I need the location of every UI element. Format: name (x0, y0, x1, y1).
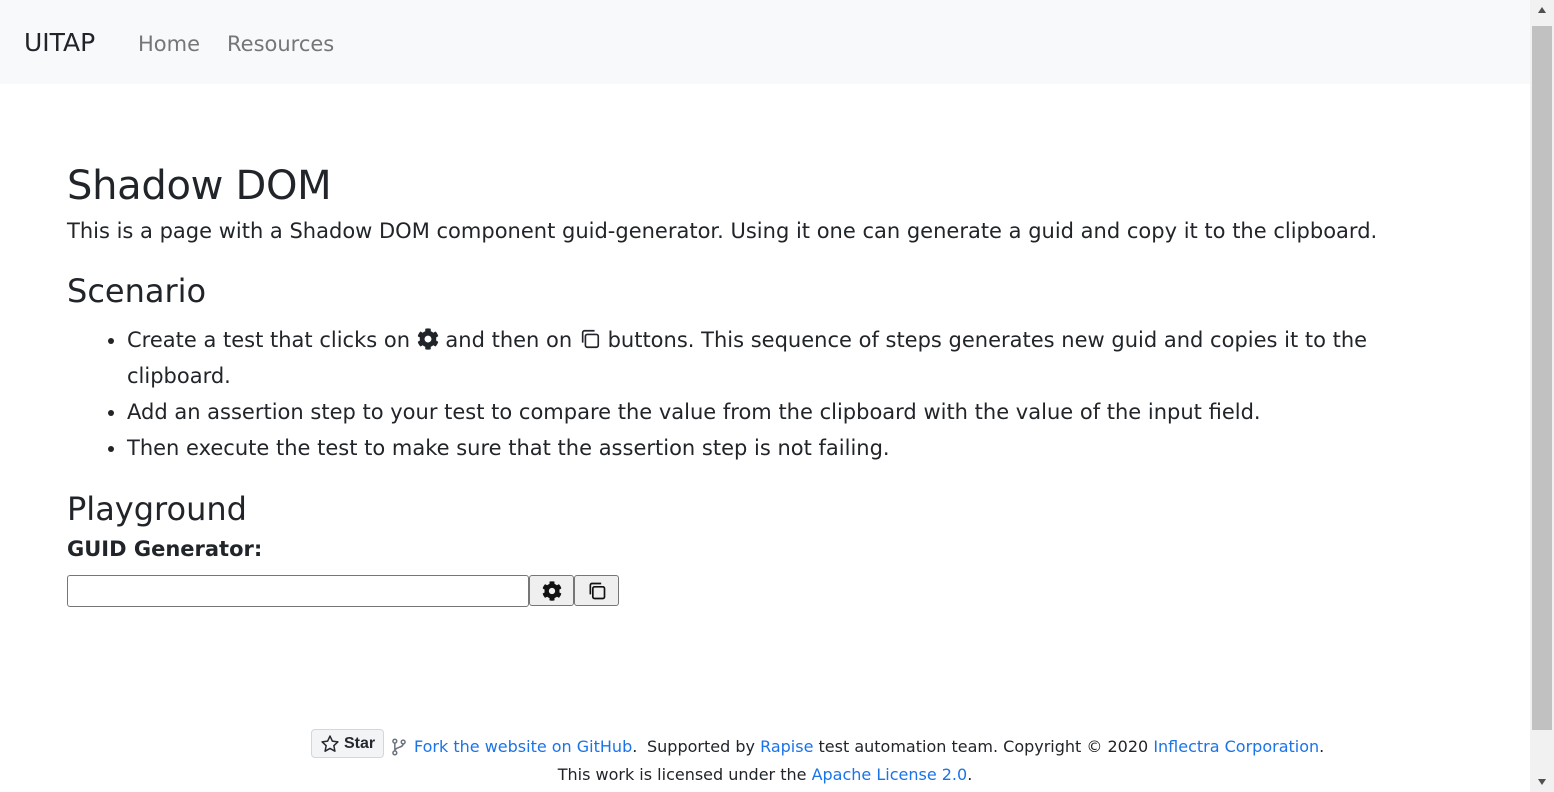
navbar: UITAP Home Resources (0, 0, 1530, 84)
license-text: This work is licensed under the Apache L… (0, 761, 1530, 789)
fork-github-link[interactable]: Fork the website on GitHub (414, 733, 632, 761)
star-icon (321, 734, 339, 752)
copy-guid-button[interactable] (574, 575, 619, 606)
copy-icon (589, 582, 605, 599)
list-item: Create a test that clicks on and then on… (127, 322, 1427, 394)
list-item: Add an assertion step to your test to co… (127, 394, 1427, 430)
scroll-thumb[interactable] (1532, 26, 1552, 730)
github-star-button[interactable]: Star (311, 729, 384, 758)
vertical-scrollbar[interactable] (1530, 0, 1554, 792)
gear-icon (417, 328, 438, 350)
playground-heading: Playground (67, 490, 247, 528)
scroll-down-button[interactable] (1530, 772, 1554, 792)
scenario-heading: Scenario (67, 272, 207, 310)
rapise-link[interactable]: Rapise (760, 737, 813, 756)
page-description: This is a page with a Shadow DOM compone… (67, 219, 1378, 243)
page: UITAP Home Resources Shadow DOM This is … (0, 0, 1530, 792)
guid-generator-label: GUID Generator: (67, 537, 263, 561)
nav-link-home[interactable]: Home (138, 30, 200, 58)
supported-suffix: . (1319, 737, 1325, 756)
guid-generator (67, 575, 1487, 607)
apache-license-link[interactable]: Apache License 2.0 (812, 765, 968, 784)
main-content: Shadow DOM This is a page with a Shadow … (67, 160, 1487, 607)
step-text: and then on (445, 328, 573, 352)
nav-link-resources[interactable]: Resources (227, 30, 334, 58)
fork-suffix: . (632, 737, 638, 756)
scenario-steps-list: Create a test that clicks on and then on… (67, 322, 1427, 466)
git-fork-icon (392, 738, 406, 756)
license-suffix: . (967, 765, 973, 784)
scroll-up-button[interactable] (1530, 0, 1554, 20)
step-text: Create a test that clicks on (127, 328, 411, 352)
inflectra-link[interactable]: Inflectra Corporation (1153, 737, 1319, 756)
brand-link[interactable]: UITAP (24, 26, 95, 60)
supported-middle: test automation team. Copyright © 2020 (818, 737, 1149, 756)
supported-prefix: Supported by (647, 737, 755, 756)
supported-by-text: Supported by Rapise test automation team… (647, 733, 1324, 761)
license-prefix: This work is licensed under the (557, 765, 807, 784)
list-item: Then execute the test to make sure that … (127, 430, 1427, 466)
star-label: Star (343, 734, 376, 752)
guid-input[interactable] (67, 575, 529, 607)
copy-icon (581, 329, 599, 349)
arrow-down-icon (1538, 779, 1546, 785)
gear-icon (542, 580, 561, 601)
arrow-up-icon (1538, 7, 1546, 13)
generate-guid-button[interactable] (529, 575, 574, 606)
page-title: Shadow DOM (67, 163, 332, 209)
fork-info: Fork the website on GitHub. (389, 733, 637, 761)
